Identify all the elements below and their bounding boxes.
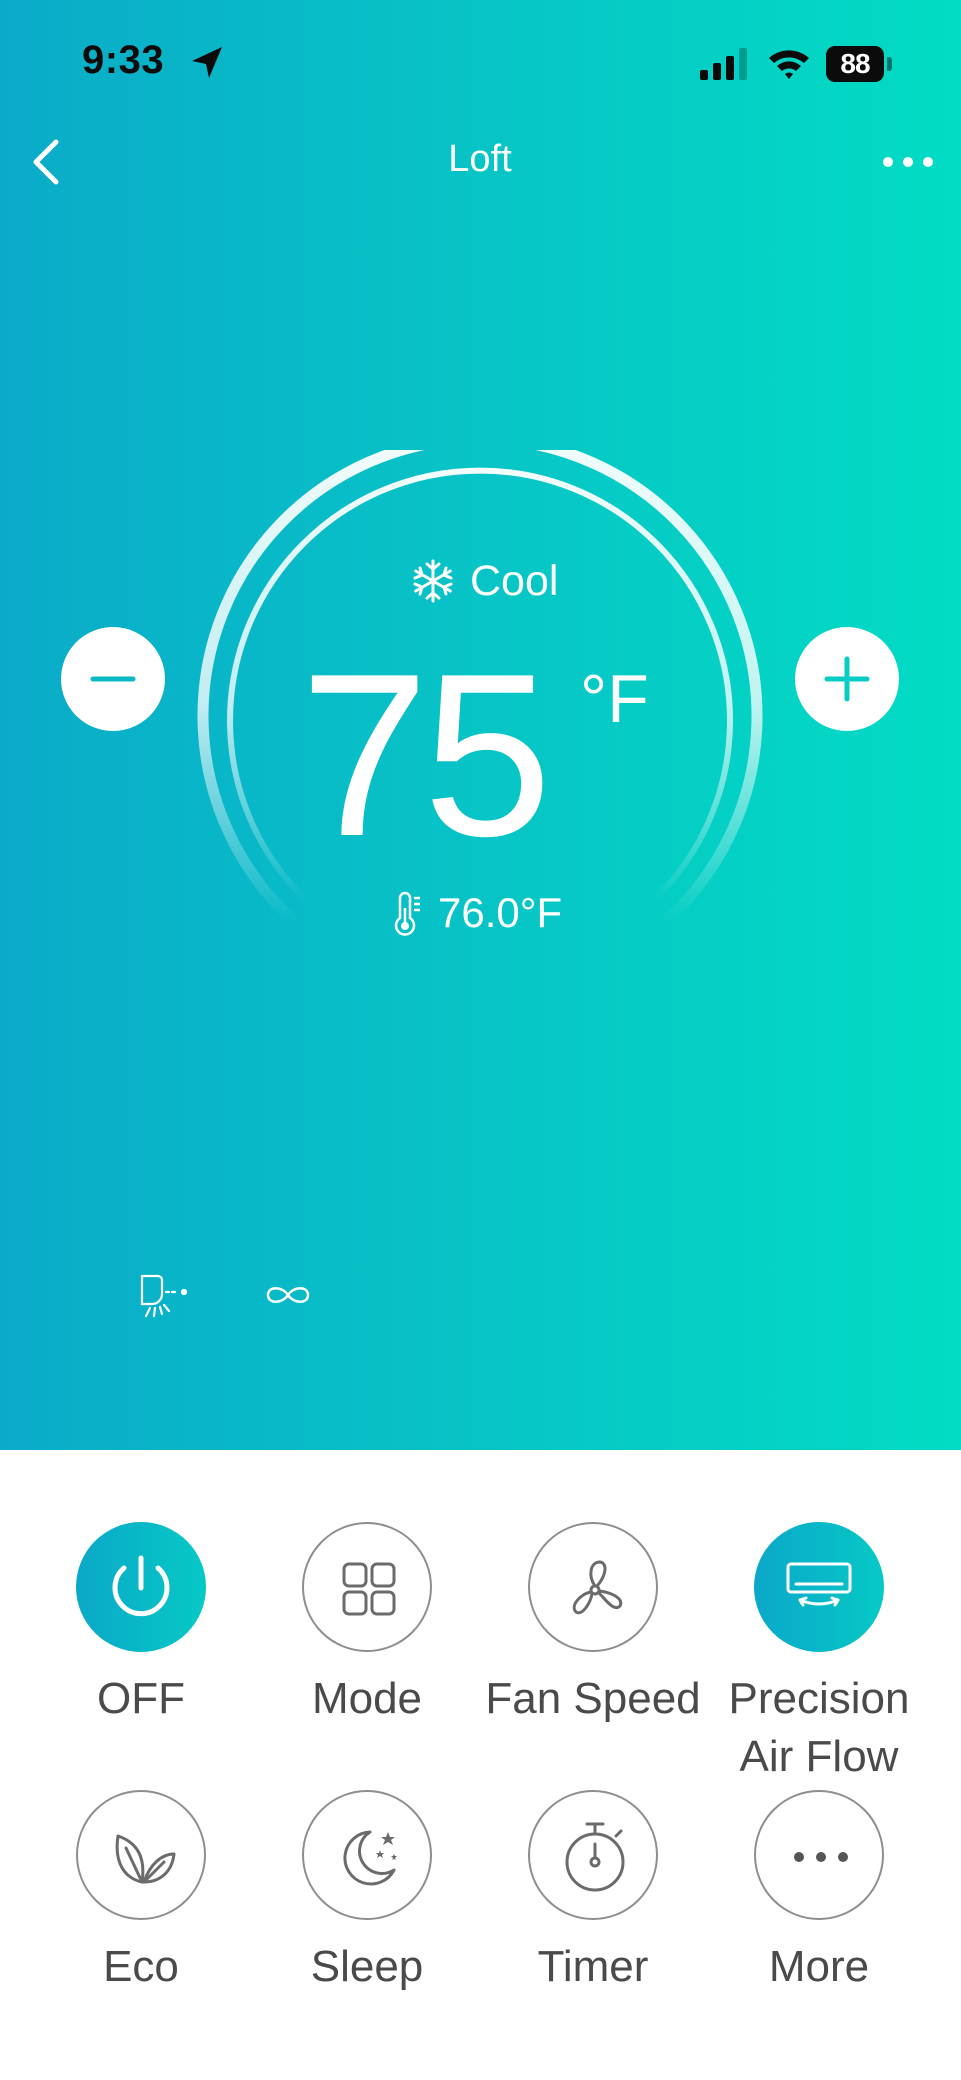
room-temperature: 76.0°F xyxy=(390,888,562,938)
back-button[interactable] xyxy=(22,134,70,190)
status-time: 9:33 xyxy=(82,38,165,82)
ellipsis-icon xyxy=(794,1852,848,1862)
increase-temperature-button[interactable] xyxy=(795,627,899,731)
battery-indicator: 88 xyxy=(826,46,892,82)
room-temperature-value: 76.0°F xyxy=(438,889,563,936)
setpoint-temperature: 75 xyxy=(300,626,552,885)
cellular-signal-icon xyxy=(700,48,747,80)
fan-speed-label: Fan Speed xyxy=(485,1674,701,1723)
eco-button[interactable] xyxy=(76,1790,206,1920)
leaf-icon xyxy=(115,1834,176,1884)
power-button[interactable] xyxy=(76,1522,206,1652)
indoor-unit-icon xyxy=(140,1274,188,1318)
fan-speed-button[interactable] xyxy=(528,1522,658,1652)
more-control[interactable]: More xyxy=(706,1790,932,1996)
power-control[interactable]: OFF xyxy=(28,1522,254,1728)
precision-air-flow-label: Precision Air Flow xyxy=(728,1674,910,1781)
mode-button[interactable] xyxy=(302,1522,432,1652)
air-conditioner-icon xyxy=(786,1562,852,1607)
sleep-control[interactable]: Sleep xyxy=(254,1790,480,1996)
timer-button[interactable] xyxy=(528,1790,658,1920)
minus-icon xyxy=(90,676,136,682)
sleep-button[interactable] xyxy=(302,1790,432,1920)
temperature-unit: °F xyxy=(580,661,649,737)
stopwatch-icon xyxy=(565,1822,625,1892)
mode-control[interactable]: Mode xyxy=(254,1522,480,1728)
location-arrow-icon xyxy=(192,47,222,78)
battery-cap xyxy=(887,57,892,71)
current-mode: Cool xyxy=(410,555,558,607)
more-label: More xyxy=(768,1942,870,1991)
eco-label: Eco xyxy=(103,1942,179,1991)
timer-control[interactable]: Timer xyxy=(480,1790,706,1996)
page-title: Loft xyxy=(448,138,512,180)
moon-icon xyxy=(343,1830,397,1886)
decrease-temperature-button[interactable] xyxy=(61,627,165,731)
more-button[interactable] xyxy=(754,1790,884,1920)
power-icon xyxy=(112,1555,170,1617)
screen: 9:33 88 Loft Cool 75 °F 76.0°F OFF Mode … xyxy=(0,0,961,2080)
eco-control[interactable]: Eco xyxy=(28,1790,254,1996)
grid-icon xyxy=(342,1562,396,1616)
plus-icon xyxy=(824,656,870,702)
power-label: OFF xyxy=(97,1674,185,1723)
controls-panel: OFF Mode Fan Speed Precision Air Flow Ec… xyxy=(0,1450,961,2080)
mode-label-text: Mode xyxy=(311,1674,423,1723)
battery-level: 88 xyxy=(840,48,870,79)
infinity-icon xyxy=(266,1287,310,1303)
timer-label: Timer xyxy=(537,1942,649,1991)
wifi-icon xyxy=(769,50,809,79)
mode-label: Cool xyxy=(470,556,559,605)
sleep-label: Sleep xyxy=(310,1942,424,1991)
precision-air-flow-button[interactable] xyxy=(754,1522,884,1652)
snowflake-icon xyxy=(413,559,453,603)
precision-air-flow-control[interactable]: Precision Air Flow xyxy=(706,1522,932,1786)
thermometer-icon xyxy=(394,891,420,936)
fan-icon xyxy=(572,1560,623,1615)
fan-speed-control[interactable]: Fan Speed xyxy=(480,1522,706,1728)
more-options-button[interactable] xyxy=(878,144,938,180)
